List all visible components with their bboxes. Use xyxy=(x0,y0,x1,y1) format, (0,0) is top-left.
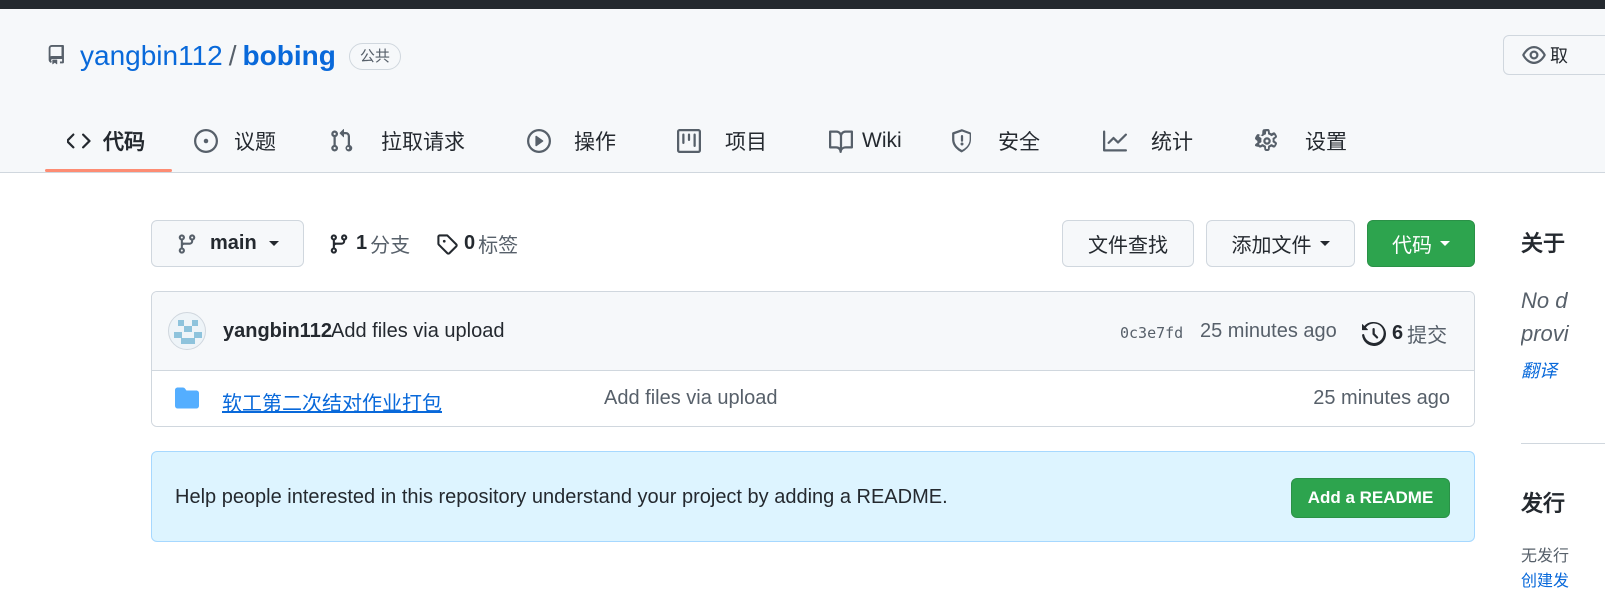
repo-title: yangbin112 / bobing 公共 xyxy=(46,39,401,73)
tab-label: 设置 xyxy=(1305,131,1347,154)
code-button-label: 代码 xyxy=(1392,235,1432,257)
file-name-link[interactable]: 软工第二次结对作业打包 xyxy=(222,387,442,416)
create-release-link[interactable]: 创建发 xyxy=(1521,567,1569,591)
about-heading: 关于 xyxy=(1521,231,1566,256)
repo-description: No d provi xyxy=(1521,284,1605,350)
branch-select-button[interactable]: main xyxy=(151,220,304,267)
add-file-label: 添加文件 xyxy=(1231,235,1312,257)
avatar[interactable] xyxy=(168,312,206,350)
tab-label: 项目 xyxy=(725,131,767,154)
repo-owner-link[interactable]: yangbin112 xyxy=(80,40,223,72)
tab-label: 安全 xyxy=(998,131,1040,154)
tab-label: 议题 xyxy=(234,131,276,154)
chevron-down-icon xyxy=(1319,241,1330,246)
commit-count-label: 提交 xyxy=(1407,325,1448,347)
tags-link[interactable]: 0 标签 xyxy=(436,229,518,258)
issue-opened-icon xyxy=(194,129,218,153)
tab-insights[interactable]: 统计 xyxy=(1103,109,1193,173)
file-list: yangbin112 Add files via upload 0c3e7fd … xyxy=(151,291,1475,427)
file-commit-time: 25 minutes ago xyxy=(1313,387,1450,409)
branch-count: 1 xyxy=(356,232,368,254)
git-branch-icon xyxy=(330,233,348,254)
folder-icon xyxy=(175,387,199,409)
branch-name: main xyxy=(210,232,257,254)
tab-projects[interactable]: 项目 xyxy=(677,109,767,173)
commit-message-link[interactable]: Add files via upload xyxy=(331,320,504,343)
tab-label: Wiki xyxy=(862,129,902,152)
code-icon xyxy=(67,133,91,149)
branches-link[interactable]: 1 分支 xyxy=(328,229,410,258)
tag-icon xyxy=(437,233,458,255)
branch-label: 分支 xyxy=(370,235,411,257)
git-pull-request-icon xyxy=(331,129,353,152)
commit-history-link[interactable]: 6 提交 xyxy=(1362,319,1447,348)
tag-label: 标签 xyxy=(478,235,519,257)
tab-wiki[interactable]: Wiki xyxy=(829,109,902,173)
global-header-bar xyxy=(0,0,1605,9)
graph-icon xyxy=(1103,130,1127,152)
chevron-down-icon xyxy=(268,241,279,246)
shield-icon xyxy=(952,129,971,153)
tab-actions[interactable]: 操作 xyxy=(527,109,616,173)
watch-button[interactable]: 取 xyxy=(1503,35,1605,75)
description-line: provi xyxy=(1521,321,1569,346)
tab-code[interactable]: 代码 xyxy=(67,109,145,173)
code-dropdown-button[interactable]: 代码 xyxy=(1367,220,1475,267)
tab-label: 统计 xyxy=(1151,131,1193,154)
watch-label: 取 xyxy=(1550,46,1568,66)
identicon-icon xyxy=(174,320,202,344)
chevron-down-icon xyxy=(1440,241,1450,246)
repo-header: yangbin112 / bobing 公共 取 代码 议题 拉取请求 操作 项… xyxy=(0,9,1605,173)
description-line: No d xyxy=(1521,288,1568,313)
commit-count: 6 xyxy=(1392,322,1404,344)
gear-icon xyxy=(1255,129,1277,152)
tab-settings[interactable]: 设置 xyxy=(1255,109,1347,173)
book-icon xyxy=(829,130,853,153)
tab-issues[interactable]: 议题 xyxy=(194,109,276,173)
commit-sha-link[interactable]: 0c3e7fd xyxy=(1120,324,1183,342)
add-file-button[interactable]: 添加文件 xyxy=(1206,220,1355,267)
tab-label: 代码 xyxy=(103,131,145,154)
tab-security[interactable]: 安全 xyxy=(950,109,1040,173)
tab-label: 操作 xyxy=(574,131,616,154)
commit-author-link[interactable]: yangbin112 xyxy=(223,320,332,343)
tab-label: 拉取请求 xyxy=(381,131,465,154)
sidebar-divider xyxy=(1521,443,1605,444)
latest-commit-row: yangbin112 Add files via upload 0c3e7fd … xyxy=(152,292,1474,371)
translate-link[interactable]: 翻译 xyxy=(1521,357,1557,383)
repo-name-link[interactable]: bobing xyxy=(243,40,336,72)
visibility-badge: 公共 xyxy=(348,42,401,70)
active-tab-indicator xyxy=(45,169,172,172)
play-icon xyxy=(527,129,551,153)
no-releases-text: 无发行 xyxy=(1521,548,1570,565)
repo-icon xyxy=(48,45,64,65)
list-item: 软工第二次结对作业打包 Add files via upload 25 minu… xyxy=(152,371,1474,426)
find-file-button[interactable]: 文件查找 xyxy=(1062,220,1194,267)
add-readme-button[interactable]: Add a README xyxy=(1291,478,1450,518)
tab-pull-requests[interactable]: 拉取请求 xyxy=(329,109,465,173)
git-branch-icon xyxy=(178,233,196,254)
tag-count: 0 xyxy=(464,232,476,254)
file-commit-message-link[interactable]: Add files via upload xyxy=(604,387,777,410)
commit-time: 25 minutes ago xyxy=(1200,320,1337,342)
readme-prompt: Help people interested in this repositor… xyxy=(151,451,1475,542)
releases-heading[interactable]: 发行 xyxy=(1521,486,1565,518)
history-icon xyxy=(1362,321,1386,346)
repo-path-separator: / xyxy=(228,40,237,71)
eye-icon xyxy=(1522,46,1546,64)
readme-prompt-text: Help people interested in this repositor… xyxy=(175,486,948,508)
project-icon xyxy=(677,129,701,153)
